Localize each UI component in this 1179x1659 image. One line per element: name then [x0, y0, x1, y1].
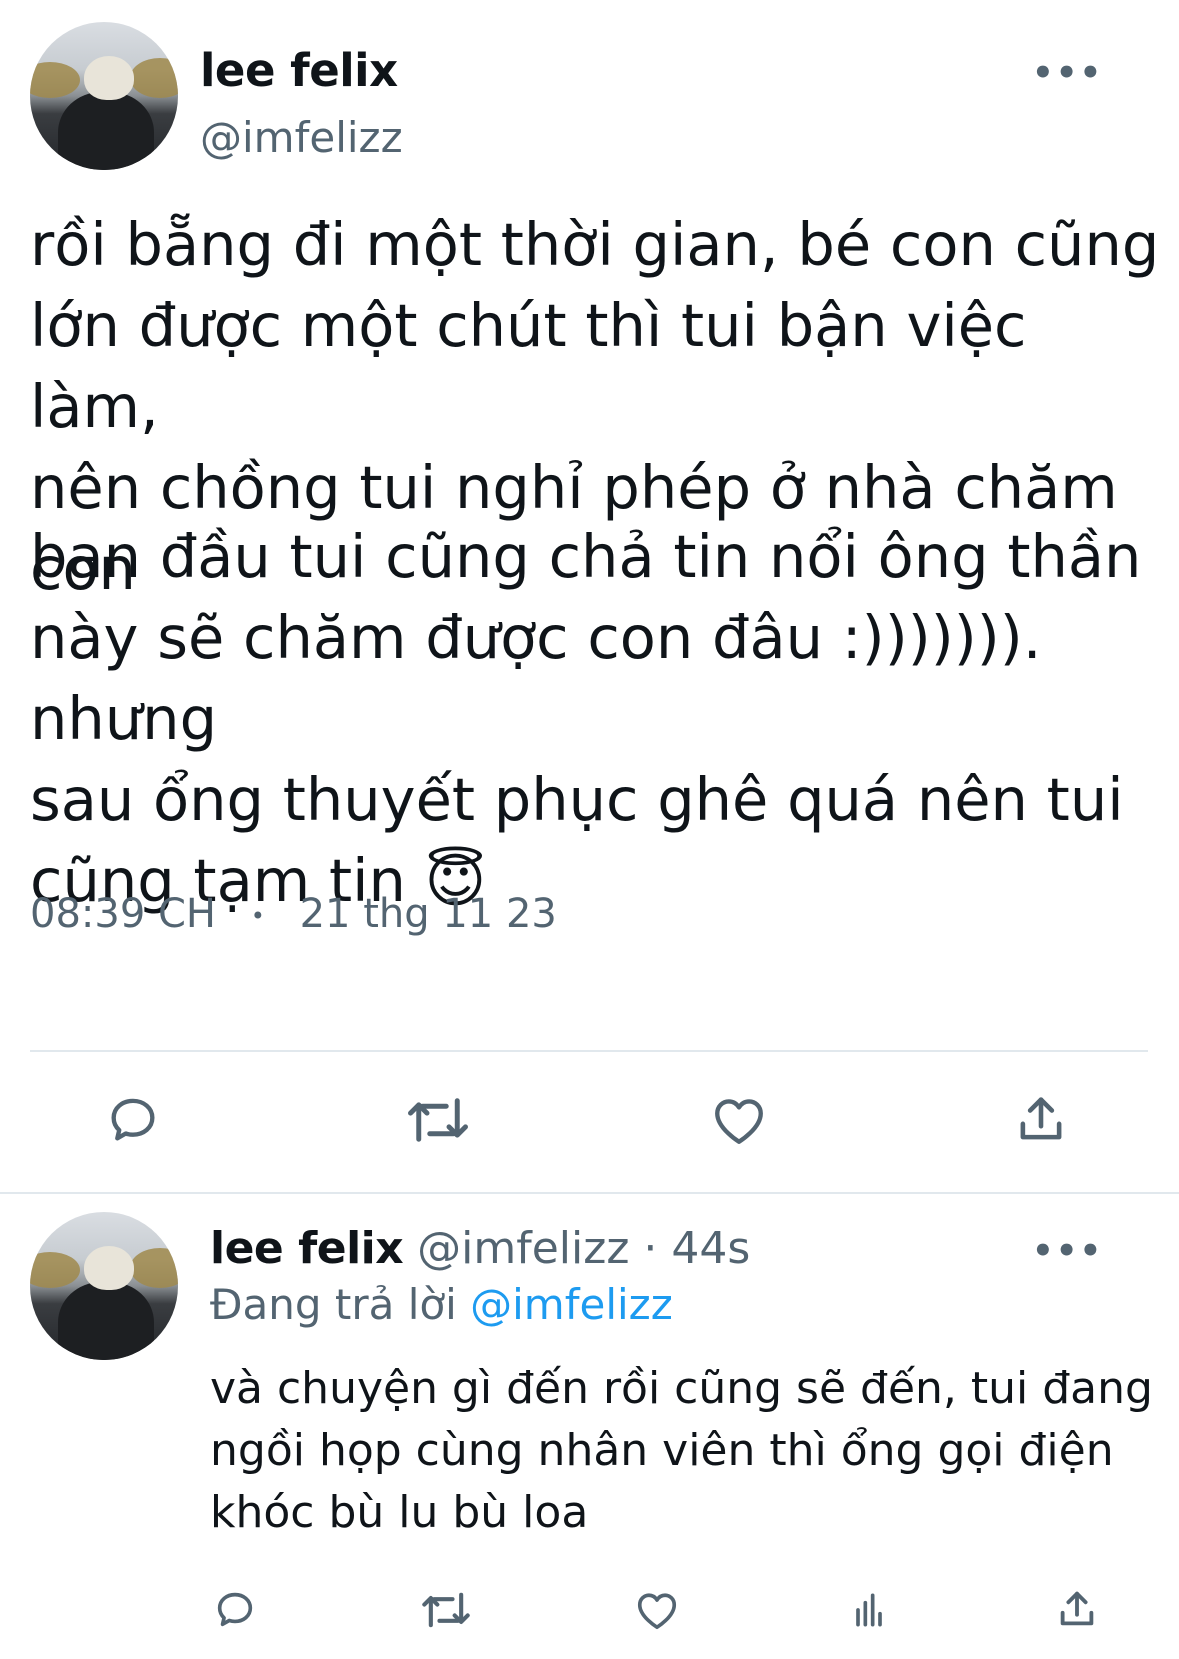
more-options-icon[interactable]: •••: [1032, 1234, 1103, 1268]
reply-header: lee felix @imfelizz · 44s: [210, 1222, 750, 1276]
tweet-date: 21 thg 11 23: [299, 891, 557, 937]
replying-to-label: Đang trả lời: [210, 1280, 457, 1329]
meta-separator: •: [250, 902, 265, 930]
retweet-icon[interactable]: [405, 1092, 471, 1148]
divider: [0, 1192, 1179, 1194]
analytics-icon[interactable]: [846, 1588, 892, 1632]
user-handle[interactable]: @imfelizz: [417, 1223, 629, 1274]
user-handle[interactable]: @imfelizz: [200, 112, 403, 164]
tweet-text-paragraph-2: ban đầu tui cũng chả tin nổi ông thần nà…: [30, 516, 1170, 921]
display-name[interactable]: lee felix: [210, 1223, 404, 1274]
reply-text-line: khóc bù lu bù loa: [210, 1487, 589, 1538]
reply-text-line: ngồi họp cùng nhân viên thì ổng gọi điện: [210, 1425, 1114, 1476]
tweet-timestamp[interactable]: 08:39 CH • 21 thg 11 23: [30, 886, 557, 944]
share-icon[interactable]: [1012, 1090, 1070, 1148]
display-name[interactable]: lee felix: [200, 44, 398, 98]
tweet-age[interactable]: · 44s: [643, 1223, 750, 1274]
replying-to: Đang trả lời @imfelizz: [210, 1278, 673, 1332]
share-icon[interactable]: [1054, 1586, 1100, 1632]
avatar[interactable]: [30, 1212, 178, 1360]
retweet-icon[interactable]: [420, 1588, 472, 1632]
replying-to-handle[interactable]: @imfelizz: [470, 1280, 673, 1329]
reply-text: và chuyện gì đến rồi cũng sẽ đến, tui đa…: [210, 1358, 1160, 1544]
reply-icon[interactable]: [104, 1090, 162, 1148]
reply-text-line: và chuyện gì đến rồi cũng sẽ đến, tui đa…: [210, 1363, 1153, 1414]
tweet-text-body: ban đầu tui cũng chả tin nổi ông thần nà…: [30, 522, 1142, 915]
tweet-time: 08:39 CH: [30, 891, 216, 937]
more-options-icon[interactable]: •••: [1032, 56, 1103, 90]
avatar[interactable]: [30, 22, 178, 170]
like-icon[interactable]: [710, 1092, 768, 1148]
like-icon[interactable]: [634, 1588, 680, 1632]
divider: [30, 1050, 1148, 1052]
reply-icon[interactable]: [212, 1586, 258, 1632]
